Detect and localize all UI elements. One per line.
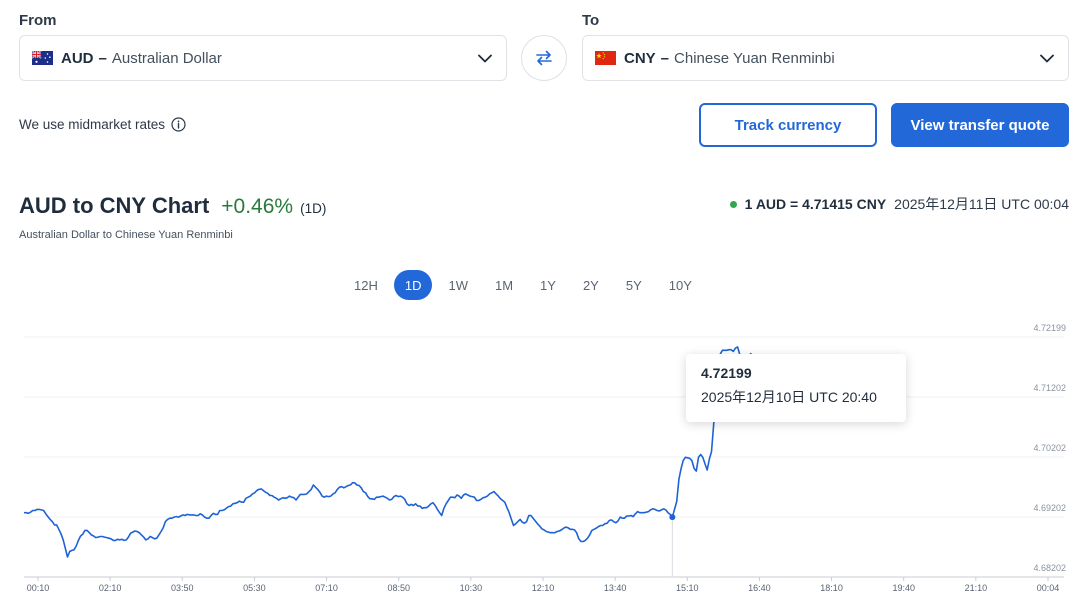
to-label: To — [582, 12, 600, 29]
live-dot-icon — [729, 200, 737, 208]
to-separator: – — [660, 49, 670, 67]
period-selector: 12H 1D 1W 1M 1Y 2Y 5Y 10Y — [343, 270, 708, 300]
swap-currencies-button[interactable] — [521, 35, 567, 81]
y-tick-label: 4.68202 — [1033, 563, 1066, 573]
rate-timestamp: 2025年12月11日 UTC 00:04 — [894, 196, 1069, 212]
x-tick-label: 00:04 — [1037, 583, 1060, 593]
x-tick-label: 10:30 — [460, 583, 483, 593]
y-tick-label: 4.71202 — [1033, 383, 1066, 393]
from-currency-select[interactable]: AUD – Australian Dollar — [19, 35, 507, 81]
to-currency-code: CNY — [624, 49, 656, 67]
chart-subtitle: Australian Dollar to Chinese Yuan Renmin… — [19, 229, 233, 241]
x-tick-label: 03:50 — [171, 583, 194, 593]
y-tick-label: 4.72199 — [1033, 323, 1066, 333]
x-tick-label: 02:10 — [99, 583, 122, 593]
to-currency-name: Chinese Yuan Renminbi — [674, 49, 835, 67]
hover-point — [669, 514, 676, 521]
tooltip-time: 2025年12月10日 UTC 20:40 — [701, 389, 877, 405]
x-tick-label: 16:40 — [748, 583, 771, 593]
track-currency-button[interactable]: Track currency — [699, 103, 877, 147]
view-transfer-quote-button[interactable]: View transfer quote — [891, 103, 1069, 147]
period-tab-1w[interactable]: 1W — [437, 270, 479, 300]
period-tab-5y[interactable]: 5Y — [615, 270, 653, 300]
x-tick-label: 00:10 — [27, 583, 50, 593]
x-tick-label: 15:10 — [676, 583, 699, 593]
period-tab-10y[interactable]: 10Y — [658, 270, 703, 300]
from-currency-name: Australian Dollar — [111, 49, 222, 67]
period-tab-2y[interactable]: 2Y — [572, 270, 610, 300]
x-tick-label: 07:10 — [315, 583, 338, 593]
midmarket-text: We use midmarket rates — [19, 117, 166, 132]
period-tab-1m[interactable]: 1M — [484, 270, 524, 300]
period-tab-1d[interactable]: 1D — [393, 270, 433, 300]
change-period: (1D) — [300, 201, 327, 216]
australia-flag-icon — [32, 51, 53, 65]
x-tick-label: 21:10 — [965, 583, 988, 593]
from-currency-code: AUD — [61, 49, 94, 67]
chart-title: AUD to CNY Chart — [19, 193, 210, 218]
from-separator: – — [98, 49, 107, 67]
x-tick-label: 05:30 — [243, 583, 266, 593]
period-tab-1y[interactable]: 1Y — [529, 270, 567, 300]
x-tick-label: 18:10 — [820, 583, 843, 593]
to-currency-select[interactable]: CNY – Chinese Yuan Renminbi — [582, 35, 1069, 81]
period-tab-12h[interactable]: 12H — [343, 270, 389, 300]
y-tick-label: 4.69202 — [1033, 503, 1066, 513]
x-tick-label: 12:10 — [532, 583, 555, 593]
from-label: From — [19, 12, 57, 29]
rate-line-chart[interactable]: 4.72199 4.71202 4.70202 4.69202 4.68202 00:10… — [0, 300, 1080, 597]
chevron-down-icon — [1040, 54, 1054, 63]
chevron-down-icon — [478, 54, 492, 63]
swap-arrows-icon — [536, 50, 552, 66]
rate-value: 1 AUD = 4.71415 CNY — [744, 196, 887, 212]
x-tick-label: 08:50 — [387, 583, 410, 593]
x-tick-label: 13:40 — [604, 583, 627, 593]
change-percent: +0.46% — [221, 195, 294, 218]
live-rate: 1 AUD = 4.71415 CNY 2025年12月11日 UTC 00:0… — [729, 194, 1069, 214]
tooltip-value: 4.72199 — [701, 365, 752, 381]
x-tick-label: 19:40 — [892, 583, 915, 593]
midmarket-note: We use midmarket rates — [19, 117, 186, 132]
china-flag-icon — [595, 51, 616, 65]
chart-header: AUD to CNY Chart +0.46% (1D) — [19, 193, 326, 219]
info-icon[interactable] — [171, 117, 186, 132]
y-tick-label: 4.70202 — [1033, 443, 1066, 453]
chart-tooltip: 4.72199 2025年12月10日 UTC 20:40 — [686, 354, 906, 422]
